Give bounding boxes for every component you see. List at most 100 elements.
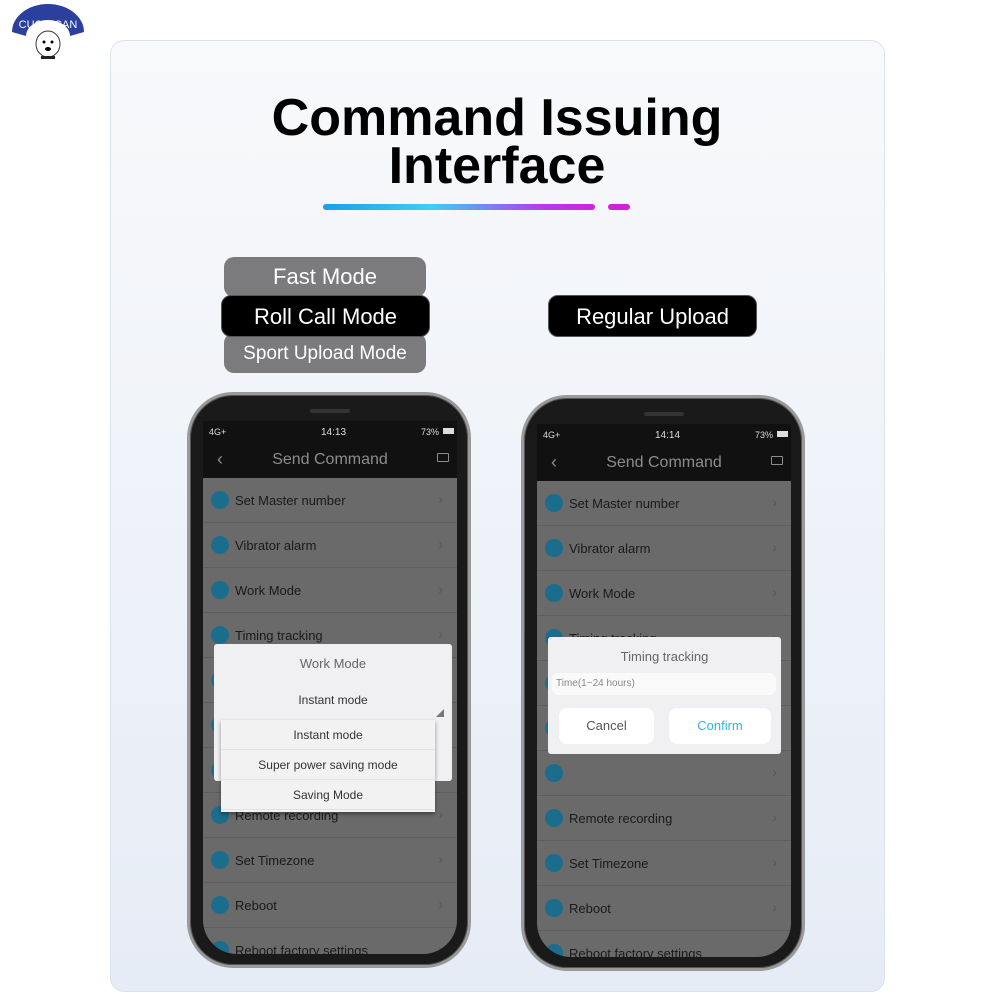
command-icon [545,494,563,512]
status-bar: 4G+ 14:13 73% [203,421,457,443]
battery-icon [443,428,454,434]
dialog-title: Timing tracking [620,649,709,664]
command-label: Set Master number [569,496,680,511]
confirm-button[interactable]: Confirm [669,708,771,744]
command-icon [545,899,563,917]
dropdown-arrow-icon[interactable] [436,709,444,717]
status-bar: 4G+ 14:14 73% [537,424,791,446]
command-label: Vibrator alarm [569,541,651,556]
command-label: Set Timezone [235,853,315,868]
chevron-right-icon: › [772,809,777,825]
clock: 14:13 [321,427,347,438]
command-row[interactable]: Remote recording › [537,796,791,841]
title-line1: Command Issuing [271,89,723,147]
regular-upload-label: Regular Upload [548,295,757,337]
work-mode-dropdown: Instant mode Super power saving mode Savin… [221,720,435,812]
chevron-right-icon: › [438,536,443,552]
command-label: Reboot factory settings [235,943,368,954]
command-icon [545,944,563,957]
chevron-right-icon: › [438,941,443,954]
chevron-right-icon: › [438,896,443,912]
speaker-grille [310,409,350,413]
time-input[interactable]: Time(1~24 hours) [552,673,776,695]
sport-upload-mode-label: Sport Upload Mode [224,333,426,373]
brand-logo: CUCO CAN [12,4,84,59]
battery-level: 73% [755,430,774,440]
command-row[interactable]: Set Master number › [203,478,457,523]
chevron-right-icon: › [772,494,777,510]
network-indicator: 4G+ [543,430,561,440]
command-label: Reboot [569,901,611,916]
command-icon [211,491,229,509]
battery-icon [777,431,788,437]
phone-screen: 4G+ 14:14 73% ‹ Send Command Set Master num… [537,424,791,957]
command-icon [211,536,229,554]
work-mode-option[interactable]: Saving Mode [221,780,435,810]
chevron-right-icon: › [772,539,777,555]
work-mode-option[interactable]: Super power saving mode [221,750,435,780]
command-icon [211,941,229,954]
battery-level: 73% [421,427,440,437]
timing-tracking-dialog: Timing tracking Time(1~24 hours) Cancel … [548,637,781,754]
command-label: Set Master number [235,493,346,508]
command-label: Remote recording [569,811,673,826]
command-row[interactable]: Work Mode › [537,571,791,616]
message-icon[interactable] [771,456,783,465]
command-row[interactable]: Set Timezone › [203,838,457,883]
divider-dot [608,204,630,210]
command-row[interactable]: Vibrator alarm › [203,523,457,568]
svg-text:CUCO CAN: CUCO CAN [19,19,78,31]
speaker-grille [644,412,684,416]
chevron-right-icon: › [438,806,443,822]
command-icon [545,584,563,602]
network-indicator: 4G+ [209,427,227,437]
cancel-button[interactable]: Cancel [559,708,654,744]
command-label: Set Timezone [569,856,649,871]
command-icon [211,581,229,599]
command-icon [211,626,229,644]
command-icon [545,539,563,557]
gradient-divider [323,204,595,210]
header-title: Send Command [606,454,722,471]
command-row[interactable]: Reboot › [203,883,457,928]
command-row[interactable]: Set Master number › [537,481,791,526]
chevron-right-icon: › [772,854,777,870]
command-row[interactable]: › [537,751,791,796]
chevron-right-icon: › [772,944,777,957]
command-label: Reboot factory settings [569,946,702,957]
command-label: Work Mode [569,586,636,601]
time-input-placeholder: Time(1~24 hours) [556,678,635,689]
command-icon [211,896,229,914]
message-icon[interactable] [437,453,449,462]
command-icon [545,809,563,827]
chevron-right-icon: › [438,626,443,642]
command-row[interactable]: Reboot › [537,886,791,931]
work-mode-option[interactable]: Instant mode [221,720,435,750]
command-row[interactable]: Vibrator alarm › [537,526,791,571]
phone-mockup: 4G+ 14:14 73% ‹ Send Command Set Master num… [521,395,805,971]
roll-call-mode-label: Roll Call Mode [221,295,430,337]
command-row[interactable]: Work Mode › [203,568,457,613]
app-header: ‹ Send Command [537,446,791,481]
chevron-right-icon: › [438,851,443,867]
command-label: Work Mode [235,583,302,598]
clock: 14:14 [655,430,681,441]
dialog-title: Work Mode [299,656,367,671]
command-row[interactable]: Reboot factory settings › [537,931,791,957]
chevron-right-icon: › [772,584,777,600]
chevron-right-icon: › [772,899,777,915]
command-row[interactable]: Reboot factory settings › [203,928,457,954]
command-label: Vibrator alarm [235,538,317,553]
chevron-right-icon: › [438,581,443,597]
fast-mode-label: Fast Mode [224,257,426,297]
phone-mockup: 4G+ 14:13 73% ‹ Send Command Set Master num… [187,392,471,968]
command-icon [545,854,563,872]
title-line2: Interface [388,137,606,195]
app-header: ‹ Send Command [203,443,457,478]
page-title: Command Issuing Interface [0,89,994,195]
command-label: Reboot [235,898,277,913]
chevron-right-icon: › [772,764,777,780]
command-row[interactable]: Set Timezone › [537,841,791,886]
command-icon [211,851,229,869]
work-mode-select[interactable]: Instant mode [214,693,452,707]
